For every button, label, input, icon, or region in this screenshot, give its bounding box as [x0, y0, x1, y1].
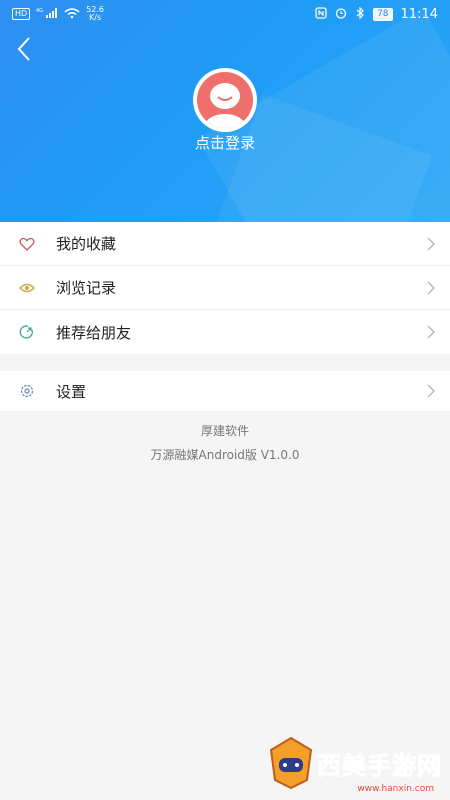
menu-item-share[interactable]: 推荐给朋友: [0, 310, 450, 354]
clock-time: 11:14: [400, 6, 438, 22]
profile-header: HD 4G 52.6 K/s 78 11:14 点击登录: [0, 0, 450, 222]
back-button[interactable]: [14, 36, 36, 62]
speed-unit: K/s: [89, 13, 102, 22]
watermark-text: 西美手游网: [317, 751, 442, 780]
chevron-right-icon: [427, 325, 435, 339]
menu-item-label: 设置: [56, 382, 87, 401]
login-link[interactable]: 点击登录: [0, 132, 450, 153]
nfc-icon: [315, 6, 327, 22]
menu-item-label: 推荐给朋友: [56, 323, 132, 342]
gear-icon: [18, 382, 36, 400]
eye-icon: [18, 279, 36, 297]
company-name: 厚建软件: [200, 424, 249, 438]
watermark: 西美手游网 www.hanxin.com: [269, 732, 444, 794]
avatar[interactable]: [193, 68, 257, 132]
heart-icon: [18, 235, 36, 253]
status-bar: HD 4G 52.6 K/s 78 11:14: [0, 0, 450, 28]
menu-item-settings[interactable]: 设置: [0, 371, 450, 411]
share-icon: [18, 323, 36, 341]
battery-level: 78: [373, 7, 393, 21]
chevron-right-icon: [427, 384, 435, 398]
back-arrow-icon: [17, 37, 30, 61]
chevron-right-icon: [427, 281, 435, 295]
wifi-icon: [64, 7, 80, 22]
settings-section: 设置: [0, 371, 450, 411]
bluetooth-icon: [355, 6, 365, 22]
hd-badge: HD: [12, 8, 31, 20]
menu-item-label: 我的收藏: [56, 235, 117, 253]
chevron-right-icon: [427, 237, 435, 251]
network-speed: 52.6 K/s: [86, 6, 104, 22]
alarm-icon: [335, 7, 347, 22]
menu-list: 我的收藏 浏览记录 推荐给朋友: [0, 222, 450, 354]
menu-item-label: 浏览记录: [56, 279, 117, 297]
watermark-url: www.hanxin.com: [357, 784, 434, 794]
svg-text:4G: 4G: [36, 8, 43, 14]
app-version: 万源融媒Android版 V1.0.0: [150, 448, 300, 462]
menu-item-history[interactable]: 浏览记录: [0, 266, 450, 310]
default-avatar-icon: [197, 72, 253, 128]
menu-item-favorites[interactable]: 我的收藏: [0, 222, 450, 266]
watermark-logo-icon: [269, 736, 313, 790]
signal-icon: 4G: [36, 7, 58, 22]
